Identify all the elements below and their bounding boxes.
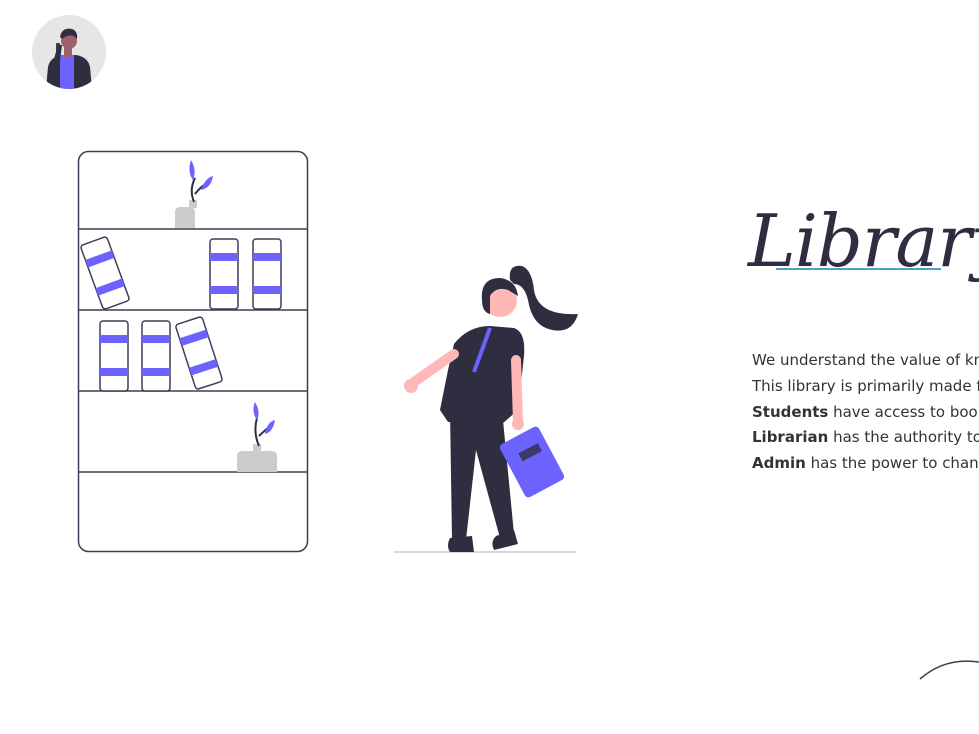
bookshelf-illustration xyxy=(77,150,309,559)
description-line: We understand the value of kno xyxy=(752,351,979,369)
description-line: This library is primarily made for xyxy=(752,376,979,395)
avatar[interactable] xyxy=(32,15,106,89)
decorative-arc xyxy=(915,655,979,690)
title-underline xyxy=(776,268,941,270)
library-description: We understand the value of kno This libr… xyxy=(752,348,979,477)
admin-text: has the power to change xyxy=(805,454,979,473)
students-text: have access to books a xyxy=(833,402,979,421)
woman-reading-illustration xyxy=(392,260,582,560)
person-on-phone-icon xyxy=(46,28,92,89)
students-role: Students xyxy=(752,402,829,421)
students-line: Students have access to books a xyxy=(752,400,979,426)
librarian-text: has the authority to up xyxy=(833,428,979,447)
admin-line: Admin has the power to change xyxy=(752,451,979,477)
librarian-role: Librarian xyxy=(752,428,829,447)
librarian-line: Librarian has the authority to up xyxy=(752,425,979,451)
admin-role: Admin xyxy=(752,454,806,473)
page-title: Library xyxy=(748,199,979,283)
